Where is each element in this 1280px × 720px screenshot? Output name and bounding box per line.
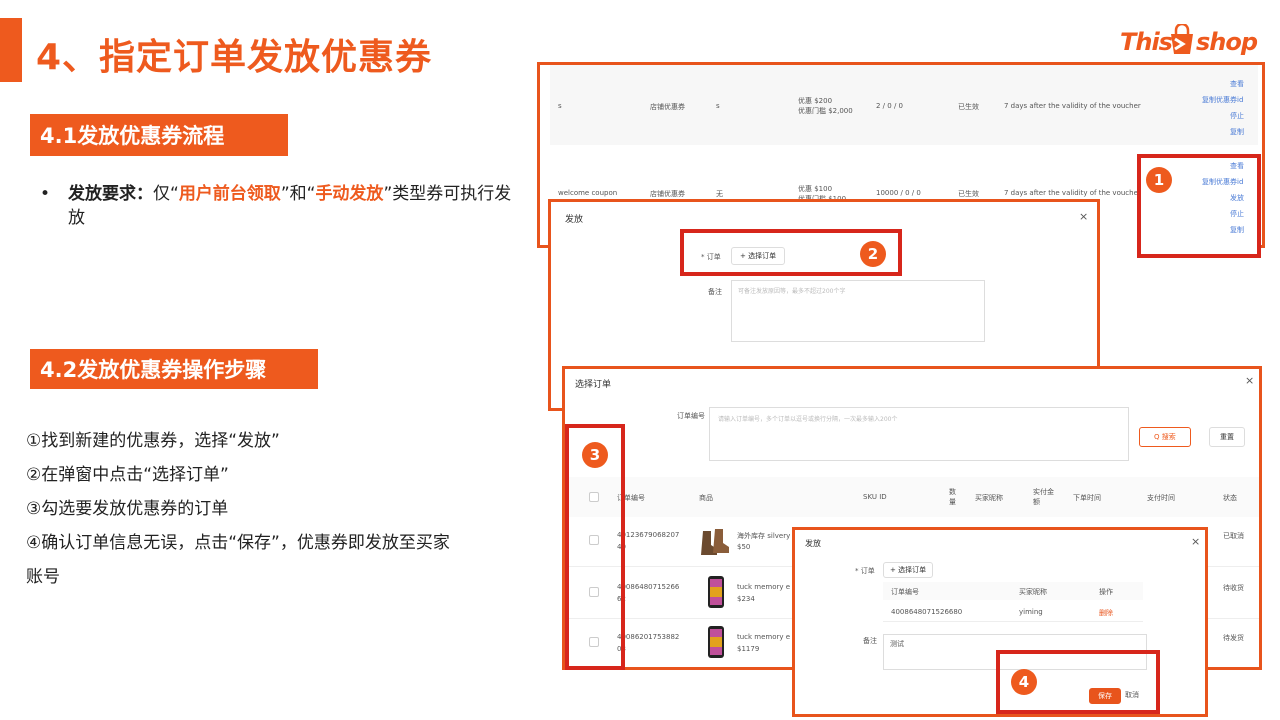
close-icon[interactable]: ×: [1079, 210, 1088, 223]
step-item: ①找到新建的优惠券，选择“发放”: [26, 431, 280, 451]
coupon-validity: 7 days after the validity of the voucher: [1004, 102, 1141, 110]
search-button[interactable]: Q 搜索: [1139, 427, 1191, 447]
coupon-row-1: s 店铺优惠券 s 优惠 $200 优惠门槛 $2,000 2 / 0 / 0 …: [550, 65, 1258, 145]
section-heading-steps: 4.2发放优惠券操作步骤: [30, 349, 318, 389]
copy-link[interactable]: 复制: [1230, 127, 1244, 137]
coupon-type: 店铺优惠券: [650, 103, 685, 111]
selected-table-header: 订单编号 买家昵称 操作: [883, 582, 1143, 600]
req-part-1: 仅“: [153, 184, 179, 204]
column-header: 实付金额: [1033, 488, 1054, 506]
req-highlight-2: 手动发放: [315, 184, 384, 204]
order-status: 待发货: [1223, 634, 1244, 642]
requirement-label: 发放要求：: [68, 184, 153, 204]
delete-link[interactable]: 删除: [1099, 608, 1113, 618]
boots-product-image: [701, 529, 729, 555]
coupon-status: 已生效: [958, 103, 979, 111]
view-link[interactable]: 查看: [1230, 79, 1244, 89]
copy-id-link[interactable]: 复制优惠券id: [1202, 95, 1243, 105]
order-no-label: 订单编号: [677, 412, 705, 420]
order-label: * 订单: [855, 567, 875, 575]
step-item: ④确认订单信息无误，点击“保存”，优惠券即发放至买家: [26, 533, 450, 553]
shopping-bag-icon: [1171, 24, 1193, 54]
step-item: ②在弹窗中点击“选择订单”: [26, 465, 229, 485]
phone-product-image: [708, 626, 724, 658]
buyer-name: yiming: [1019, 608, 1043, 616]
coupon-name: s: [558, 102, 562, 110]
reset-button[interactable]: 重置: [1209, 427, 1245, 447]
column-header: SKU ID: [863, 493, 887, 501]
coupon-rule: 优惠 $100: [798, 185, 833, 193]
logo-text-right: shop: [1196, 28, 1258, 56]
product-name: tuck memory e y: [737, 583, 797, 591]
column-header: 下单时间: [1073, 494, 1101, 502]
phone-product-image: [708, 576, 724, 608]
close-icon[interactable]: ×: [1191, 535, 1200, 548]
remark-label: 备注: [708, 288, 722, 296]
column-header: 操作: [1099, 588, 1113, 596]
page-title: 4、指定订单发放优惠券: [36, 37, 433, 78]
column-header: 数量: [949, 488, 956, 506]
close-icon[interactable]: ×: [1245, 374, 1254, 387]
order-no-placeholder: 请输入订单编号，多个订单以逗号或换行分隔，一次最多输入200个: [718, 416, 898, 423]
order-status: 待收货: [1223, 584, 1244, 592]
product-name: 海外库存 silvery: [737, 532, 791, 540]
product-price: $234: [737, 595, 755, 603]
select-order-button[interactable]: + 选择订单: [883, 562, 934, 578]
step-badge-4: 4: [1011, 669, 1037, 695]
coupon-rule: 优惠 $200: [798, 97, 833, 105]
selected-table-row: 4008648071526680 yiming 删除: [883, 602, 1143, 622]
step-badge-2: 2: [860, 241, 886, 267]
coupon-name: welcome coupon: [558, 189, 618, 197]
column-header: 状态: [1223, 494, 1237, 502]
logo-text-left: This: [1120, 28, 1173, 56]
req-highlight-1: 用户前台领取: [178, 184, 281, 204]
coupon-validity: 7 days after the validity of the voucher: [1004, 189, 1141, 197]
coupon-range: s: [716, 102, 720, 110]
stop-link[interactable]: 停止: [1230, 111, 1244, 121]
coupon-count: 2 / 0 / 0: [876, 102, 903, 110]
column-header: 订单编号: [891, 588, 919, 596]
product-name: tuck memory e y: [737, 633, 797, 641]
steps-list: ①找到新建的优惠券，选择“发放” ②在弹窗中点击“选择订单” ③勾选要发放优惠券…: [26, 424, 531, 594]
order-no-textarea[interactable]: 请输入订单编号，多个订单以逗号或换行分隔，一次最多输入200个: [709, 407, 1129, 461]
coupon-status: 已生效: [958, 190, 979, 198]
order-number: 4008648071526680: [891, 608, 963, 616]
bullet-dot: •: [40, 184, 51, 204]
section-heading-flow: 4.1发放优惠券流程: [30, 114, 288, 156]
column-header: 买家昵称: [975, 494, 1003, 502]
req-part-2: ”和“: [280, 184, 316, 204]
remark-textarea[interactable]: 可备注发放原因等，最多不超过200个字: [731, 280, 985, 342]
remark-placeholder: 可备注发放原因等，最多不超过200个字: [738, 288, 846, 295]
thisshop-logo: This shop: [1120, 20, 1265, 62]
step-badge-1: 1: [1146, 167, 1172, 193]
order-number: 4008648071526680: [617, 583, 679, 591]
coupon-range: 无: [716, 190, 723, 198]
step-item: ③勾选要发放优惠券的订单: [26, 499, 229, 519]
requirement-text: 发放要求：仅“用户前台领取”和“手动发放”类型券可执行发放: [68, 182, 528, 230]
dialog-title: 发放: [805, 539, 821, 548]
product-price: $50: [737, 543, 751, 551]
coupon-type: 店铺优惠券: [650, 190, 685, 198]
order-number: 4012367906820734: [617, 531, 679, 539]
product-price: $1179: [737, 645, 760, 653]
order-status: 已取消: [1223, 532, 1244, 540]
coupon-threshold: 优惠门槛 $2,000: [798, 107, 853, 115]
column-header: 支付时间: [1147, 494, 1175, 502]
remark-label: 备注: [863, 637, 877, 645]
remark-value: 测试: [890, 640, 904, 648]
title-accent-bar: [0, 18, 22, 82]
coupon-count: 10000 / 0 / 0: [876, 189, 921, 197]
column-header: 买家昵称: [1019, 588, 1047, 596]
order-number: 4008620175388270: [617, 633, 679, 641]
dialog-title: 发放: [565, 215, 584, 225]
column-header: 商品: [699, 494, 713, 502]
step-item: 账号: [26, 567, 60, 587]
table-header: 订单编号 商品 SKU ID 数量 买家昵称 实付金额 下单时间 支付时间 状态: [565, 477, 1259, 517]
step-badge-3: 3: [582, 442, 608, 468]
dialog-title: 选择订单: [575, 380, 612, 390]
